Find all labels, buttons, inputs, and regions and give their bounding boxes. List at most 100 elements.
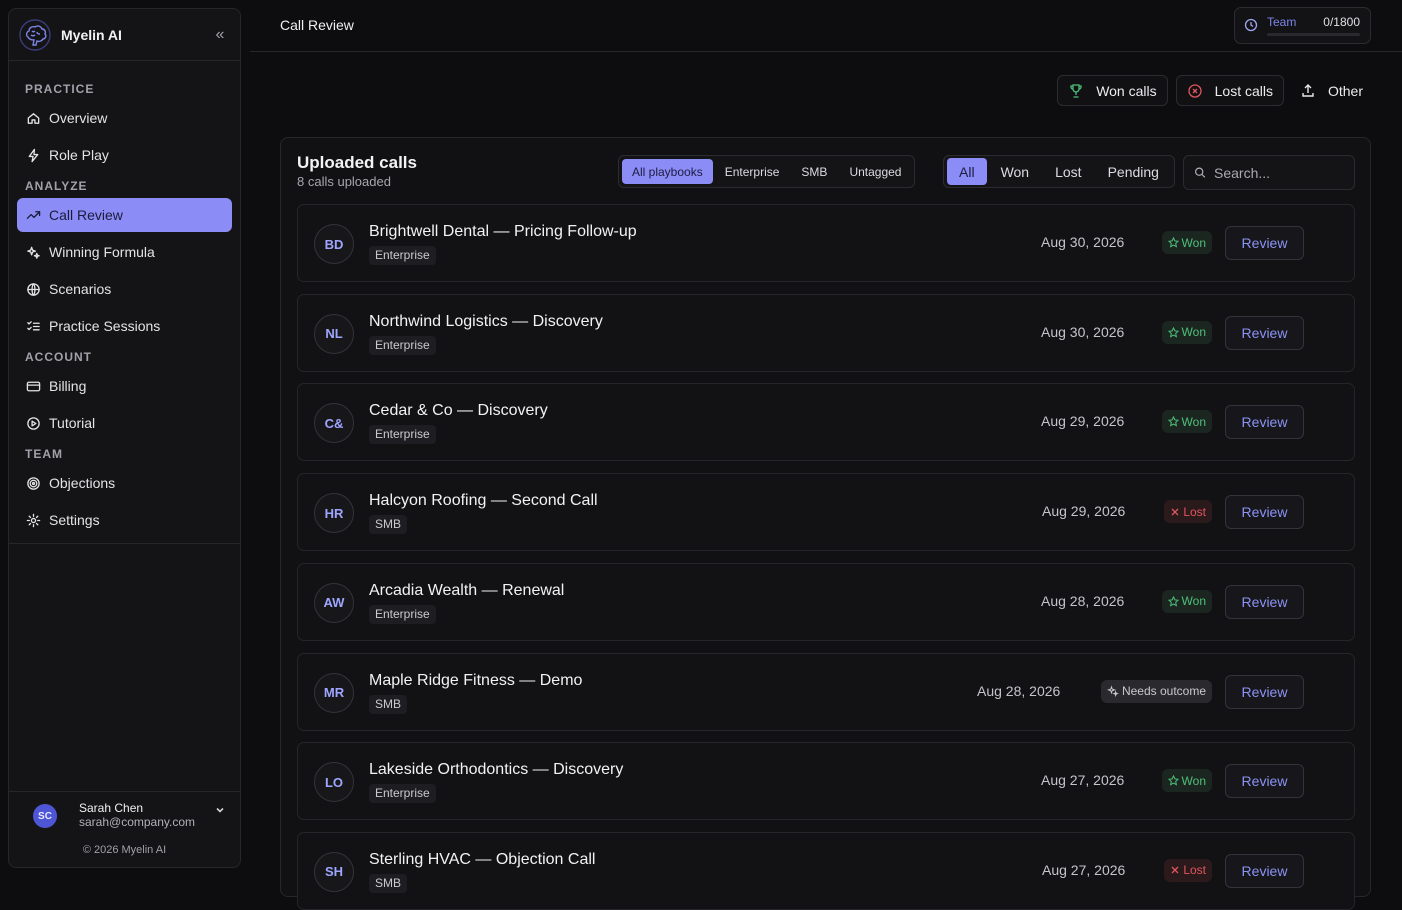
sidebar-item-label: Billing <box>49 378 87 394</box>
outcome-filter: All Won Lost Pending <box>943 155 1175 188</box>
chevron-down-icon[interactable] <box>214 804 226 816</box>
review-button[interactable]: Review <box>1225 226 1304 260</box>
status-label: Won <box>1181 773 1206 788</box>
topbar: Call Review Team 0/1800 <box>250 0 1402 52</box>
sidebar-item-role-play[interactable]: Role Play <box>17 138 232 172</box>
sidebar-item-overview[interactable]: Overview <box>17 101 232 135</box>
playbook-option-smb[interactable]: SMB <box>791 159 837 184</box>
team-label: Team <box>1267 15 1297 29</box>
status-label: Won <box>1181 594 1206 609</box>
sidebar-item-label: Overview <box>49 110 108 126</box>
sidebar-divider <box>9 543 240 544</box>
lost-calls-button[interactable]: Lost calls <box>1175 75 1284 106</box>
review-button[interactable]: Review <box>1225 315 1304 350</box>
sidebar-nav: PRACTICE Overview Role Play ANALYZE Call Rev… <box>9 78 240 537</box>
outcome-option-all[interactable]: All <box>947 158 987 185</box>
call-row[interactable]: NL Northwind Logistics — Discovery Enterpr… <box>297 293 1355 372</box>
call-avatar: HR <box>314 493 354 534</box>
panel-title: Uploaded calls <box>297 153 417 172</box>
status-badge: Won <box>1161 589 1212 613</box>
review-button[interactable]: Review <box>1225 495 1304 530</box>
team-usage[interactable]: Team 0/1800 <box>1234 7 1371 44</box>
outcome-option-lost[interactable]: Lost <box>1043 158 1093 185</box>
review-button[interactable]: Review <box>1225 674 1304 709</box>
sidebar-item-label: Objections <box>49 475 116 491</box>
other-label: Other <box>1327 82 1363 99</box>
sparkles-icon <box>1106 685 1119 697</box>
outcome-option-pending[interactable]: Pending <box>1096 158 1171 185</box>
call-row[interactable]: LO Lakeside Orthodontics — Discovery Enter… <box>297 742 1355 821</box>
review-button[interactable]: Review <box>1225 853 1304 888</box>
review-button[interactable]: Review <box>1225 405 1304 440</box>
upload-icon <box>1300 83 1316 99</box>
call-avatar: NL <box>314 313 354 354</box>
call-row[interactable]: BD Brightwell Dental — Pricing Follow-up E… <box>297 204 1355 282</box>
call-title: Lakeside Orthodontics — Discovery <box>369 761 624 779</box>
chevrons-left-icon[interactable]: « <box>210 26 230 44</box>
sidebar-item-tutorial[interactable]: Tutorial <box>17 406 232 440</box>
call-avatar: C& <box>314 403 354 444</box>
status-label: Won <box>1181 414 1206 429</box>
call-row[interactable]: SH Sterling HVAC — Objection Call SMB Aug 2… <box>297 831 1355 910</box>
sidebar-item-label: Settings <box>49 512 100 528</box>
sparkles-icon <box>25 244 41 260</box>
playbook-option-enterprise[interactable]: Enterprise <box>715 159 790 184</box>
sidebar-item-scenarios[interactable]: Scenarios <box>17 272 232 306</box>
call-avatar: BD <box>314 224 354 264</box>
status-label: Won <box>1181 325 1206 340</box>
sidebar-item-billing[interactable]: Billing <box>17 369 232 403</box>
status-badge: Won <box>1161 410 1212 434</box>
sidebar-item-settings[interactable]: Settings <box>17 503 232 537</box>
sidebar-item-winning-formula[interactable]: Winning Formula <box>17 235 232 269</box>
call-row[interactable]: MR Maple Ridge Fitness — Demo SMB Aug 28, 2… <box>297 652 1355 731</box>
call-row[interactable]: HR Halcyon Roofing — Second Call SMB Aug 29… <box>297 473 1355 552</box>
playbook-option-all-playbooks[interactable]: All playbooks <box>622 159 713 184</box>
playbook-option-untagged[interactable]: Untagged <box>839 159 911 184</box>
x-icon <box>1170 865 1180 875</box>
call-title: Cedar & Co — Discovery <box>369 402 548 420</box>
search-input[interactable] <box>1214 164 1344 181</box>
call-row[interactable]: C& Cedar & Co — Discovery Enterprise Aug 29… <box>297 383 1355 462</box>
sidebar-item-label: Scenarios <box>49 281 112 297</box>
sidebar-item-label: Practice Sessions <box>49 318 161 334</box>
call-avatar: MR <box>314 672 354 713</box>
other-button[interactable]: Other <box>1292 75 1371 106</box>
search-box[interactable] <box>1183 155 1355 190</box>
avatar: SC <box>33 804 57 828</box>
playbook-tag: Enterprise <box>369 784 436 804</box>
status-label: Lost <box>1183 504 1206 519</box>
call-date: Aug 30, 2026 <box>1041 234 1125 250</box>
review-button[interactable]: Review <box>1225 764 1304 799</box>
review-button[interactable]: Review <box>1225 584 1304 619</box>
outcome-option-won[interactable]: Won <box>989 158 1042 185</box>
user-card[interactable]: SC Sarah Chen sarah@company.com © 2026 M… <box>9 791 240 867</box>
team-progress-bar <box>1267 33 1360 36</box>
section-heading-practice: PRACTICE <box>25 82 95 96</box>
call-title: Sterling HVAC — Objection Call <box>369 850 596 868</box>
sidebar: Myelin AI « PRACTICE Overview Role Play ANA… <box>8 8 241 868</box>
playbook-tag: Enterprise <box>369 604 436 624</box>
panel-subtitle: 8 calls uploaded <box>297 174 391 189</box>
trophy-icon <box>1068 83 1084 99</box>
won-calls-label: Won calls <box>1096 82 1157 99</box>
won-calls-button[interactable]: Won calls <box>1057 75 1168 106</box>
call-title: Maple Ridge Fitness — Demo <box>369 671 583 689</box>
credit-card-icon <box>25 378 41 394</box>
page-title: Call Review <box>280 17 354 33</box>
star-icon <box>1167 595 1179 607</box>
call-date: Aug 30, 2026 <box>1041 323 1125 340</box>
team-value: 0/1800 <box>1323 15 1360 29</box>
sidebar-item-practice-sessions[interactable]: Practice Sessions <box>17 309 232 343</box>
call-date: Aug 29, 2026 <box>1042 503 1126 520</box>
status-badge: Lost <box>1164 858 1212 882</box>
call-row[interactable]: AW Arcadia Wealth — Renewal Enterprise Aug … <box>297 562 1355 641</box>
sidebar-item-call-review[interactable]: Call Review <box>17 198 232 232</box>
sidebar-item-label: Tutorial <box>49 415 96 431</box>
clock-icon <box>1244 18 1258 32</box>
call-title: Arcadia Wealth — Renewal <box>369 581 565 599</box>
star-icon <box>1167 775 1179 786</box>
sidebar-item-objections[interactable]: Objections <box>17 466 232 500</box>
call-date: Aug 28, 2026 <box>977 682 1061 699</box>
status-badge: Won <box>1161 320 1212 344</box>
call-title: Halcyon Roofing — Second Call <box>369 492 598 510</box>
